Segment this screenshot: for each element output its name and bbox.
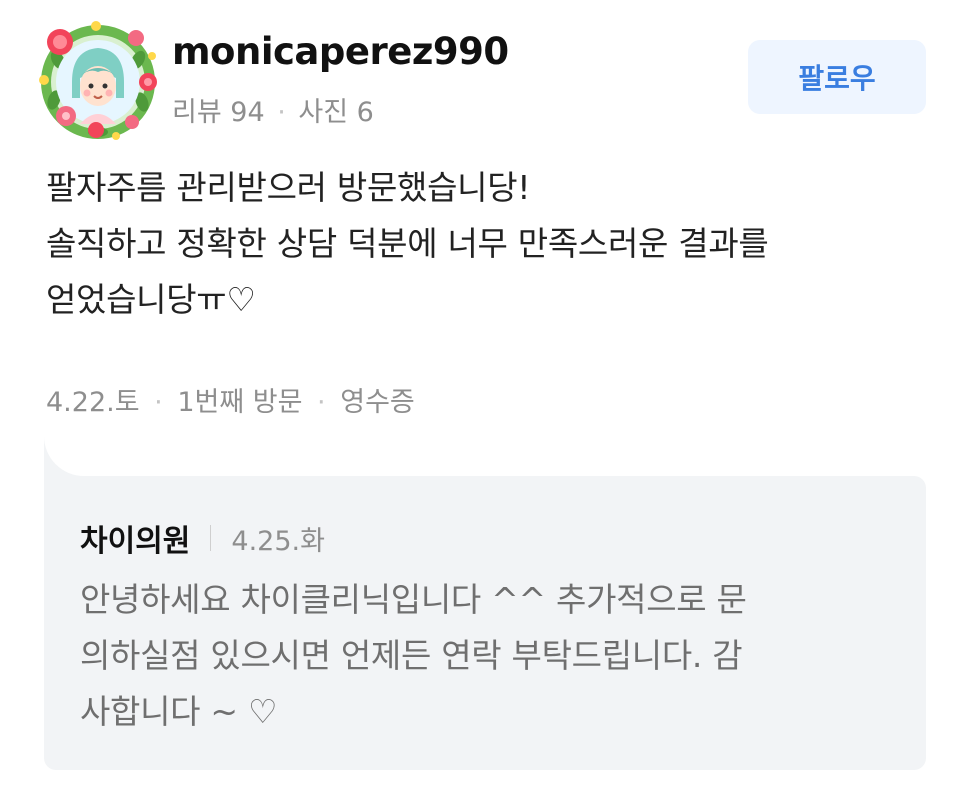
review-line: 솔직하고 정확한 상담 덕분에 너무 만족스러운 결과를 — [46, 224, 769, 263]
review-card: monicaperez990 리뷰 94 · 사진 6 팔로우 팔자주름 관리받… — [0, 0, 966, 798]
reply-divider — [210, 525, 212, 551]
meta-separator: · — [317, 387, 326, 418]
review-meta: 4.22.토 · 1번째 방문 · 영수증 — [46, 380, 415, 419]
reviewer-username[interactable]: monicaperez990 — [172, 30, 509, 73]
avatar[interactable] — [36, 20, 160, 144]
reply-date: 4.25.화 — [231, 525, 325, 557]
reply-text: 안녕하세요 차이클리닉입니다 ^^ 추가적으로 문 의하실점 있으시면 언제든 … — [80, 572, 900, 740]
review-date: 4.22.토 — [46, 387, 140, 418]
photo-count: 사진 6 — [298, 97, 374, 128]
reply-line: 의하실점 있으시면 언제든 연락 부탁드립니다. 감 — [80, 636, 743, 675]
reply-header: 차이의원 4.25.화 — [80, 516, 325, 560]
reply-line: 안녕하세요 차이클리닉입니다 ^^ 추가적으로 문 — [80, 580, 747, 619]
reply-author: 차이의원 — [80, 524, 191, 559]
visit-count: 1번째 방문 — [177, 387, 303, 418]
reply-line: 사합니다 ~ ♡ — [80, 692, 278, 731]
stats-separator: · — [277, 97, 286, 128]
review-count: 리뷰 94 — [172, 97, 265, 128]
meta-separator: · — [154, 387, 163, 418]
review-line: 팔자주름 관리받으러 방문했습니당! — [46, 168, 531, 207]
review-text: 팔자주름 관리받으러 방문했습니당! 솔직하고 정확한 상담 덕분에 너무 만족… — [46, 160, 946, 328]
reviewer-stats: 리뷰 94 · 사진 6 — [172, 90, 374, 129]
flower-wreath-avatar-icon — [39, 21, 157, 140]
receipt-label[interactable]: 영수증 — [340, 387, 415, 418]
follow-button[interactable]: 팔로우 — [748, 40, 926, 114]
review-line: 얻었습니당ㅠ♡ — [46, 280, 256, 319]
